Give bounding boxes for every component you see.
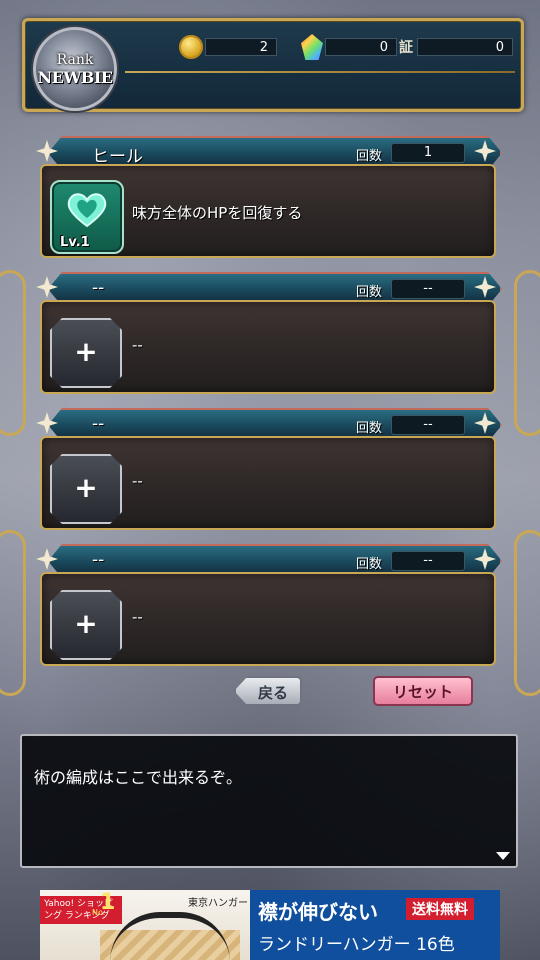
slot-count-label: 回数 (356, 285, 383, 300)
slot-count-label: 回数 (356, 149, 383, 164)
ad-subtitle: ランドリーハンガー 16色 (258, 935, 455, 955)
slot-body: + -- (40, 436, 496, 530)
status-header: Rank NEWBIE 2 0 証 0 (22, 18, 524, 112)
coin-icon (179, 35, 203, 59)
slot-title: -- (92, 550, 105, 570)
skill-slot-2[interactable]: -- 回数 -- + -- (36, 272, 496, 394)
ad-image: Yahoo! ショッピング ランキング No. 1 東京ハンガー (40, 890, 250, 960)
slot-title: -- (92, 414, 105, 434)
rank-label: Rank (56, 51, 94, 68)
ad-free-shipping: 送料無料 (406, 898, 474, 920)
skill-slot-3[interactable]: -- 回数 -- + -- (36, 408, 496, 530)
ad-banner[interactable]: Yahoo! ショッピング ランキング No. 1 東京ハンガー 襟が伸びない … (40, 890, 500, 960)
gem-icon (301, 34, 323, 60)
ad-store-name: 東京ハンガー (188, 898, 248, 909)
slot-count: 1 (391, 143, 465, 163)
heal-skill-icon[interactable]: Lv.1 (50, 180, 124, 254)
slot-count: -- (391, 415, 465, 435)
reset-button[interactable]: リセット (373, 676, 473, 706)
slot-body: + -- (40, 300, 496, 394)
gold-ornament-right (514, 270, 540, 436)
hanger-icon (110, 912, 230, 960)
ad-headline: 襟が伸びない (258, 900, 378, 924)
heart-icon (67, 193, 107, 228)
slot-body: Lv.1 味方全体のHPを回復する (40, 164, 496, 258)
message-dialog[interactable]: 術の編成はここで出来るぞ。 (20, 734, 518, 868)
add-skill-button[interactable]: + (50, 318, 122, 388)
cert-label: 証 (399, 40, 413, 56)
rank-badge: Rank NEWBIE (33, 27, 117, 111)
slot-count: -- (391, 551, 465, 571)
back-button[interactable]: 戻る (234, 676, 302, 706)
slot-count-label: 回数 (356, 557, 383, 572)
header-divider (125, 71, 515, 73)
slot-description: -- (132, 608, 143, 626)
slot-title: -- (92, 278, 105, 298)
rank-value: NEWBIE (37, 67, 114, 87)
gold-ornament-left (0, 530, 26, 696)
cert-count: 0 (417, 38, 513, 56)
slot-description: -- (132, 336, 143, 354)
gold-ornament-left (0, 270, 26, 436)
skill-slot-1[interactable]: ヒール 回数 1 Lv.1 味方全体のHPを回復する (36, 136, 496, 258)
slot-count: -- (391, 279, 465, 299)
slot-description: -- (132, 472, 143, 490)
skill-level: Lv.1 (60, 235, 90, 250)
slot-body: + -- (40, 572, 496, 666)
slot-description: 味方全体のHPを回復する (132, 204, 303, 222)
ad-rank-number: 1 (100, 890, 116, 915)
add-skill-button[interactable]: + (50, 454, 122, 524)
dialog-text: 術の編成はここで出来るぞ。 (34, 768, 243, 787)
coin-count: 2 (205, 38, 277, 56)
gem-count: 0 (325, 38, 397, 56)
slot-count-label: 回数 (356, 421, 383, 436)
skill-slot-4[interactable]: -- 回数 -- + -- (36, 544, 496, 666)
gold-ornament-right (514, 530, 540, 696)
next-arrow-icon[interactable] (496, 852, 510, 860)
add-skill-button[interactable]: + (50, 590, 122, 660)
